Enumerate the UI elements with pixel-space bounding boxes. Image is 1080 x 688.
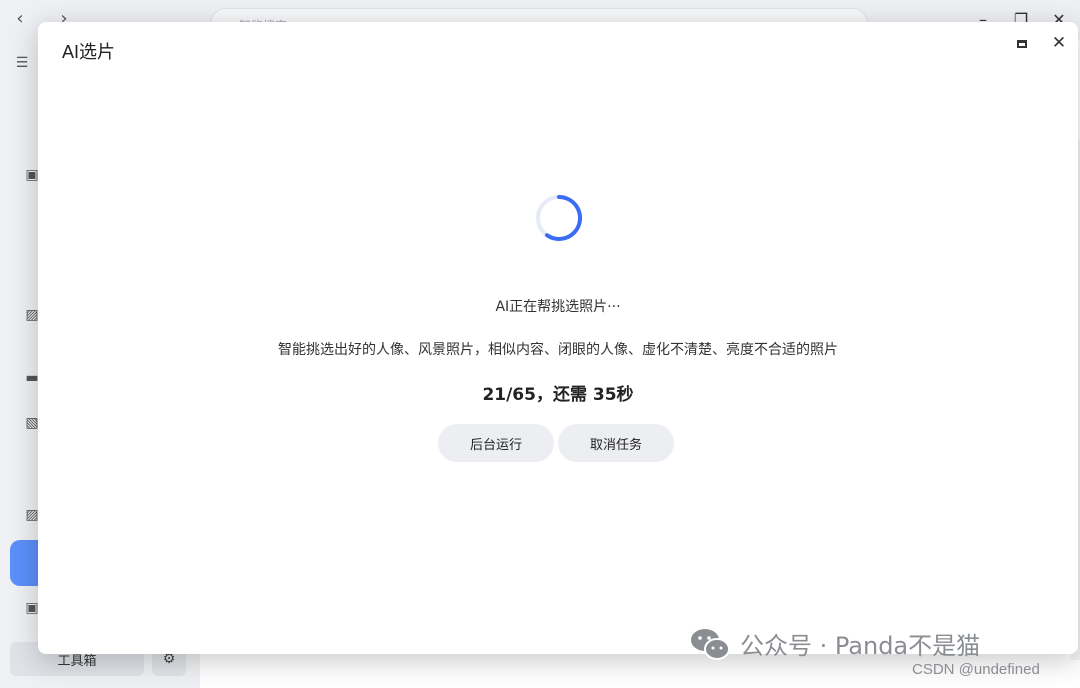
back-icon[interactable]: ‹ bbox=[8, 6, 32, 30]
cancel-task-button[interactable]: 取消任务 bbox=[558, 424, 674, 462]
maximize-icon[interactable] bbox=[1012, 34, 1032, 54]
watermark: 公众号 · Panda不是猫 bbox=[690, 626, 980, 661]
wechat-icon bbox=[691, 628, 730, 660]
description-text: 智能挑选出好的人像、风景照片，相似内容、闭眼的人像、虚化不清楚、亮度不合适的照片 bbox=[278, 342, 838, 358]
watermark-sub: CSDN @undefined bbox=[912, 661, 1040, 678]
status-text: AI正在帮挑选照片··· bbox=[495, 299, 621, 315]
dialog-title: AI选片 bbox=[62, 42, 116, 62]
progress-text: 21/65，还需 35秒 bbox=[482, 385, 634, 405]
watermark-main: 公众号 · Panda不是猫 bbox=[740, 632, 981, 660]
spinner-icon bbox=[536, 194, 583, 241]
close-icon[interactable]: ✕ bbox=[1048, 32, 1070, 54]
ai-select-dialog: AI选片 ✕ AI正在帮挑选照片··· 智能挑选出好的人像、风景照片，相似内容、… bbox=[38, 22, 1078, 654]
background-run-button[interactable]: 后台运行 bbox=[438, 424, 554, 462]
menu-collapse-icon[interactable]: ☰ bbox=[12, 53, 32, 73]
